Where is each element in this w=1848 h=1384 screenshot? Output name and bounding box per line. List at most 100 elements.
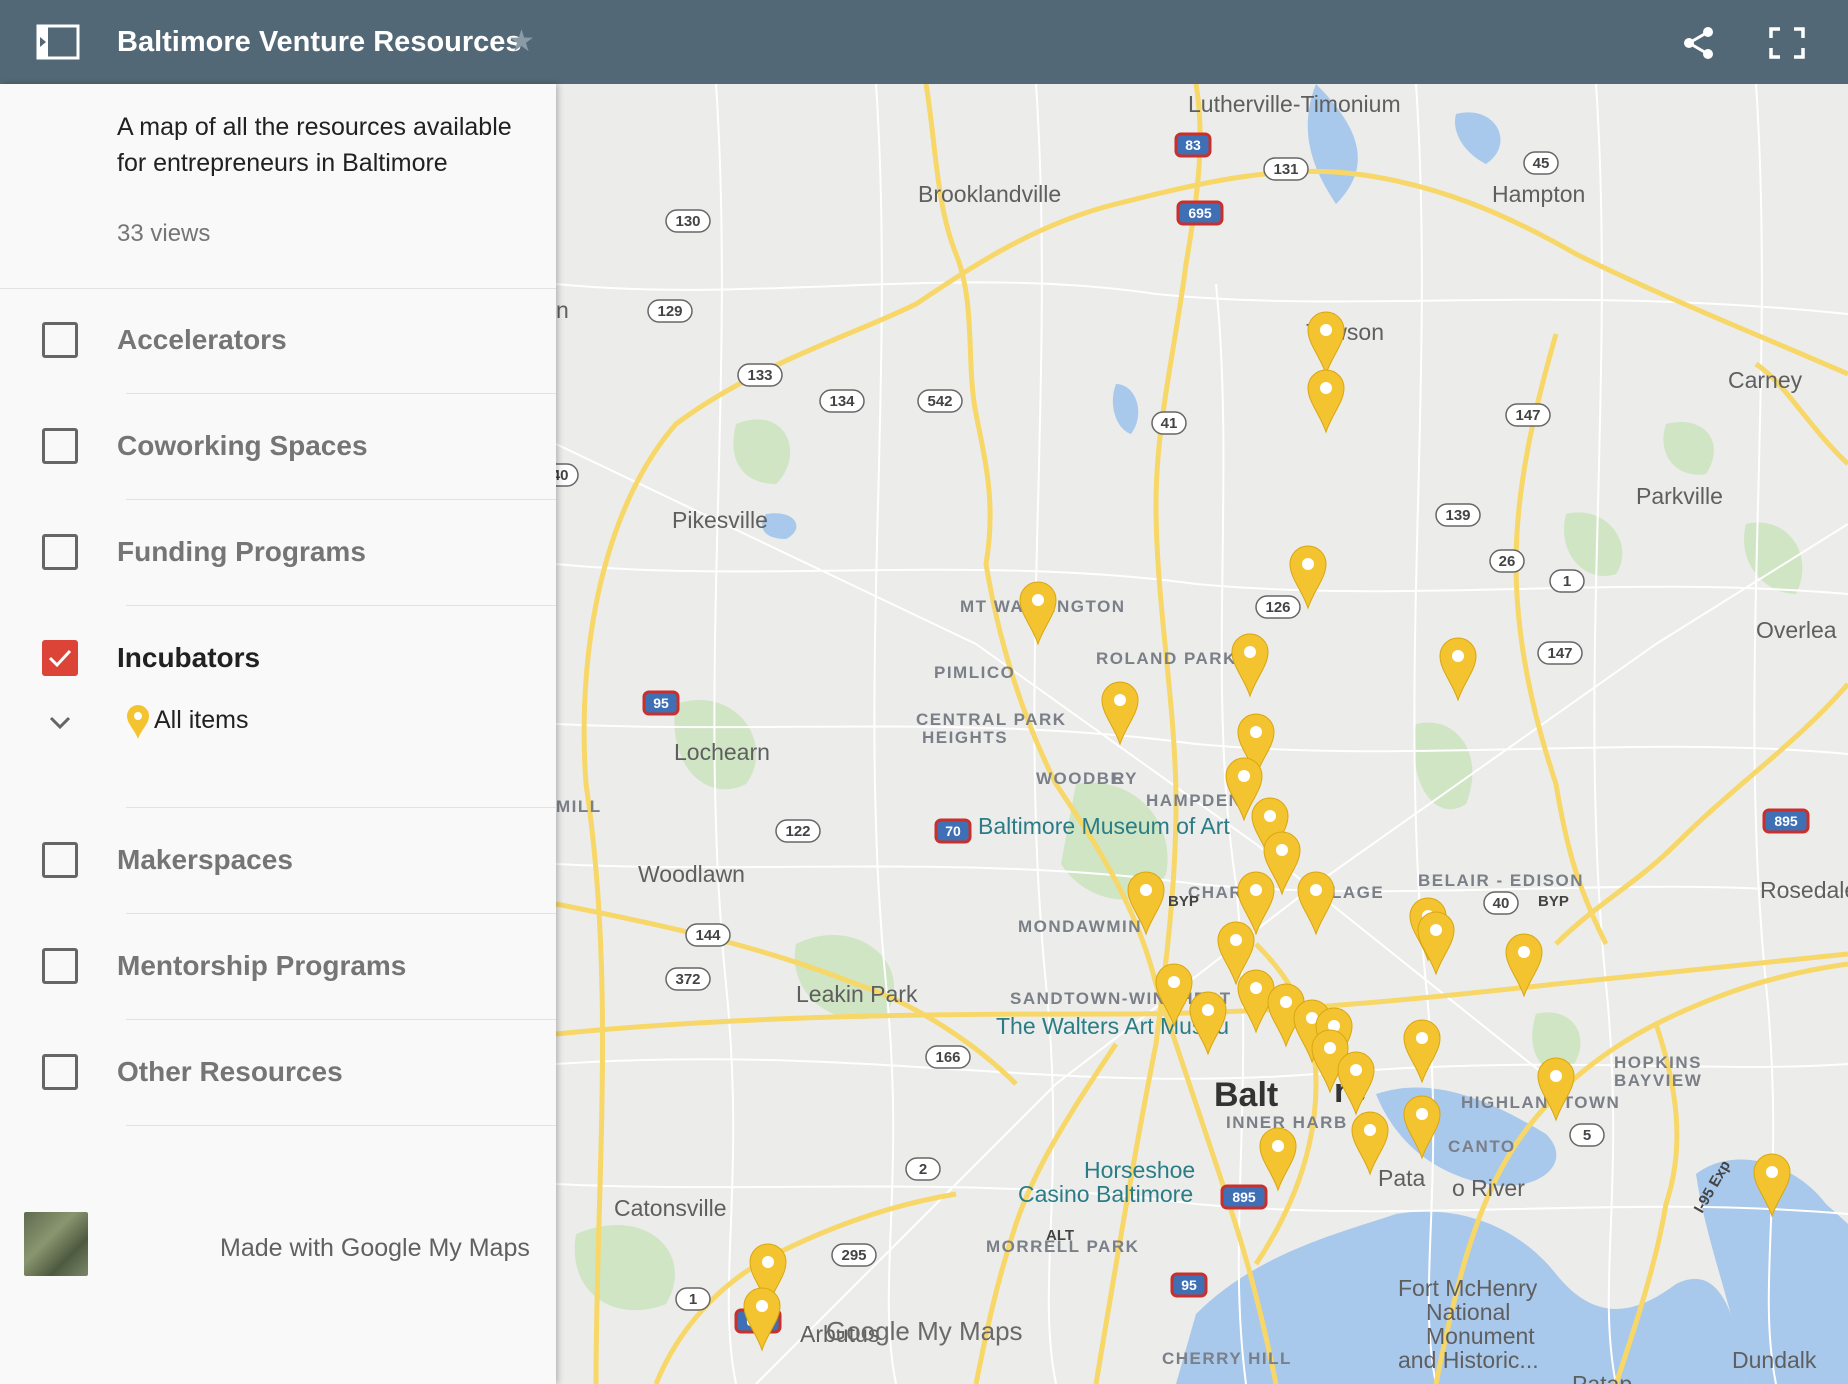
map-label: Woodlawn xyxy=(638,861,745,887)
map-label: HEIGHTS xyxy=(922,728,1008,747)
pin-dot xyxy=(1032,594,1044,606)
map-label: Horseshoe xyxy=(1084,1157,1195,1183)
map-label: Catonsville xyxy=(614,1195,727,1221)
pin-dot xyxy=(1452,650,1464,662)
map-label: Pata xyxy=(1378,1165,1426,1191)
chevron-down-icon[interactable] xyxy=(48,710,72,734)
layer-checkbox[interactable] xyxy=(42,322,78,358)
star-icon[interactable]: ★ xyxy=(508,26,535,58)
map-svg[interactable]: Lutherville-Timonium Brooklandville Hampto… xyxy=(556,84,1848,1384)
fullscreen-icon[interactable] xyxy=(1768,26,1806,60)
layer-makerspaces[interactable]: Makerspaces xyxy=(0,808,556,914)
pin-dot xyxy=(1320,382,1332,394)
layer-funding-programs[interactable]: Funding Programs xyxy=(0,500,556,606)
layer-other-resources[interactable]: Other Resources xyxy=(0,1020,556,1126)
pin-dot xyxy=(1238,770,1250,782)
layer-all-items[interactable]: All items xyxy=(0,704,556,808)
route-number: 40 xyxy=(1493,895,1510,912)
incubator-pin[interactable] xyxy=(1307,369,1345,434)
route-number: 122 xyxy=(785,823,810,840)
route-number: 131 xyxy=(1273,161,1298,178)
layer-checkbox[interactable] xyxy=(42,1054,78,1090)
map-label: n xyxy=(556,297,569,323)
pin-dot xyxy=(1244,646,1256,658)
incubator-pin[interactable] xyxy=(1307,311,1345,376)
layer-coworking-spaces[interactable]: Coworking Spaces xyxy=(0,394,556,500)
route-shield: 542 xyxy=(917,389,963,413)
pin-dot xyxy=(1202,1004,1214,1016)
map-label: and Historic... xyxy=(1398,1347,1539,1373)
incubator-pin[interactable] xyxy=(743,1287,781,1352)
route-number: 5 xyxy=(1583,1127,1591,1144)
basemap-thumbnail[interactable] xyxy=(24,1212,88,1276)
layer-checkbox[interactable] xyxy=(42,948,78,984)
map-label: Overlea xyxy=(1756,617,1837,643)
map-label: Balt xyxy=(1214,1076,1278,1114)
incubator-pin[interactable] xyxy=(1297,871,1335,936)
layer-mentorship-programs[interactable]: Mentorship Programs xyxy=(0,914,556,1020)
pin-dot xyxy=(762,1256,774,1268)
interstate-shield: 95 xyxy=(642,690,680,716)
layer-incubators[interactable]: Incubators xyxy=(0,606,556,712)
pin-dot xyxy=(1550,1070,1562,1082)
map-label: Casino Baltimore xyxy=(1018,1181,1193,1207)
layer-checkbox-checked[interactable] xyxy=(42,640,78,676)
map-label: MONDAWMIN xyxy=(1018,917,1142,936)
pin-dot xyxy=(1416,1032,1428,1044)
route-shield: 130 xyxy=(665,209,711,233)
view-count: 33 views xyxy=(117,220,211,247)
incubator-pin[interactable] xyxy=(1019,581,1057,646)
pin-dot xyxy=(1276,844,1288,856)
all-items-label: All items xyxy=(154,706,249,734)
map-label: Patap xyxy=(1572,1371,1632,1384)
route-shield: 295 xyxy=(831,1243,877,1267)
pin-dot xyxy=(1272,1140,1284,1152)
route-number: 147 xyxy=(1547,645,1572,662)
incubator-pin[interactable] xyxy=(1439,637,1477,702)
map-label: Fort McHenry xyxy=(1398,1275,1538,1301)
route-shield: 139 xyxy=(1435,503,1481,527)
map-label: Brooklandville xyxy=(918,181,1061,207)
route-number: 144 xyxy=(695,927,721,944)
route-shield: 131 xyxy=(1263,157,1309,181)
pin-dot xyxy=(1264,810,1276,822)
layer-label: Mentorship Programs xyxy=(117,950,407,981)
map-canvas[interactable]: Lutherville-Timonium Brooklandville Hampto… xyxy=(556,84,1848,1384)
route-number: 126 xyxy=(1265,599,1290,616)
made-with-footer: Made with Google My Maps xyxy=(220,1234,530,1262)
route-number: 139 xyxy=(1445,507,1470,524)
incubator-pin[interactable] xyxy=(1403,1019,1441,1084)
route-number: 95 xyxy=(1181,1277,1197,1293)
divider xyxy=(126,1125,556,1126)
incubator-pin[interactable] xyxy=(1189,991,1227,1056)
sidebar-toggle-icon[interactable] xyxy=(36,24,80,60)
share-icon[interactable] xyxy=(1682,26,1716,60)
layer-label: Makerspaces xyxy=(117,844,293,875)
map-label: o River xyxy=(1452,1175,1525,1201)
route-number: 134 xyxy=(829,393,855,410)
map-label: Hampton xyxy=(1492,181,1585,207)
route-shield: 166 xyxy=(925,1045,971,1069)
pin-dot xyxy=(1302,558,1314,570)
map-title: Baltimore Venture Resources xyxy=(117,26,522,58)
map-label: HAMPDEN xyxy=(1146,791,1242,810)
pin-dot xyxy=(1364,1124,1376,1136)
poi-label: Baltimore Museum of Art xyxy=(978,813,1230,839)
route-number: 95 xyxy=(653,695,669,711)
pin-dot xyxy=(1250,726,1262,738)
incubator-pin[interactable] xyxy=(1231,633,1269,698)
layer-checkbox[interactable] xyxy=(42,842,78,878)
route-number: 26 xyxy=(1499,553,1516,570)
pin-dot xyxy=(1350,1064,1362,1076)
incubator-pin[interactable] xyxy=(1259,1127,1297,1192)
route-shield: 2 xyxy=(905,1157,941,1181)
layer-checkbox[interactable] xyxy=(42,428,78,464)
layer-checkbox[interactable] xyxy=(42,534,78,570)
route-shield: 41 xyxy=(1151,411,1187,435)
map-label: HIGHLANDTOWN xyxy=(1461,1093,1620,1112)
pin-dot xyxy=(1140,884,1152,896)
layer-accelerators[interactable]: Accelerators xyxy=(0,288,556,394)
map-label: Rosedale xyxy=(1760,877,1848,903)
route-number: 166 xyxy=(935,1049,960,1066)
map-label: MILL xyxy=(556,797,602,816)
